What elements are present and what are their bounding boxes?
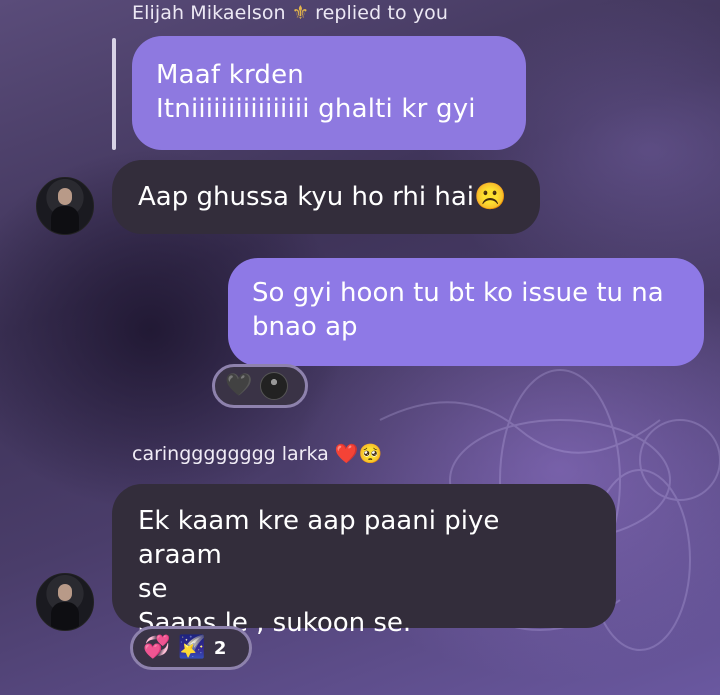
reply-sender-name: Elijah Mikaelson — [132, 2, 286, 24]
quoted-message-line-1: Maaf krden — [156, 60, 304, 90]
shooting-star-icon: 🌠 — [178, 635, 206, 660]
quoted-message-bubble[interactable]: Maaf krden Itniiiiiiiiiiiiiiii ghalti kr… — [132, 36, 526, 150]
avatar-face — [58, 584, 72, 601]
message-text-line-1: So gyi hoon tu bt ko issue tu na — [252, 278, 664, 308]
avatar[interactable] — [36, 177, 94, 235]
reaction-count: 2 — [213, 637, 227, 659]
reaction-pill[interactable]: 💞 🌠 2 — [130, 626, 252, 670]
reactor-avatar — [260, 372, 289, 400]
message-text-line-2: bnao ap — [252, 312, 358, 342]
avatar-face — [58, 188, 72, 205]
avatar[interactable] — [36, 573, 94, 631]
reaction-pill[interactable]: 🖤 — [212, 364, 308, 408]
message-text-line-1: Ek kaam kre aap paani piye araam — [138, 506, 500, 570]
message-bubble-incoming[interactable]: Ek kaam kre aap paani piye araam se Saan… — [112, 484, 616, 638]
reply-suffix: replied to you — [315, 2, 449, 24]
message-text: Aap ghussa kyu ho rhi hai☹️ — [138, 182, 507, 212]
reply-header: Elijah Mikaelson ⚜ replied to you — [132, 2, 448, 24]
avatar-body — [51, 602, 79, 630]
fleur-de-lis-icon: ⚜ — [291, 2, 309, 24]
avatar-body — [51, 206, 79, 234]
quoted-message-line-2: Itniiiiiiiiiiiiiiii ghalti kr gyi — [156, 94, 476, 124]
message-bubble-outgoing[interactable]: So gyi hoon tu bt ko issue tu na bnao ap — [228, 258, 704, 366]
message-bubble-incoming[interactable]: Aap ghussa kyu ho rhi hai☹️ — [112, 160, 540, 234]
black-heart-icon: 🖤 — [225, 373, 253, 398]
sender-label: caringggggggg larka ❤️🥺 — [132, 443, 383, 465]
sparkling-heart-icon: 💞 — [143, 635, 171, 660]
message-text-line-2: se — [138, 574, 168, 604]
reply-quote-line — [112, 38, 116, 150]
